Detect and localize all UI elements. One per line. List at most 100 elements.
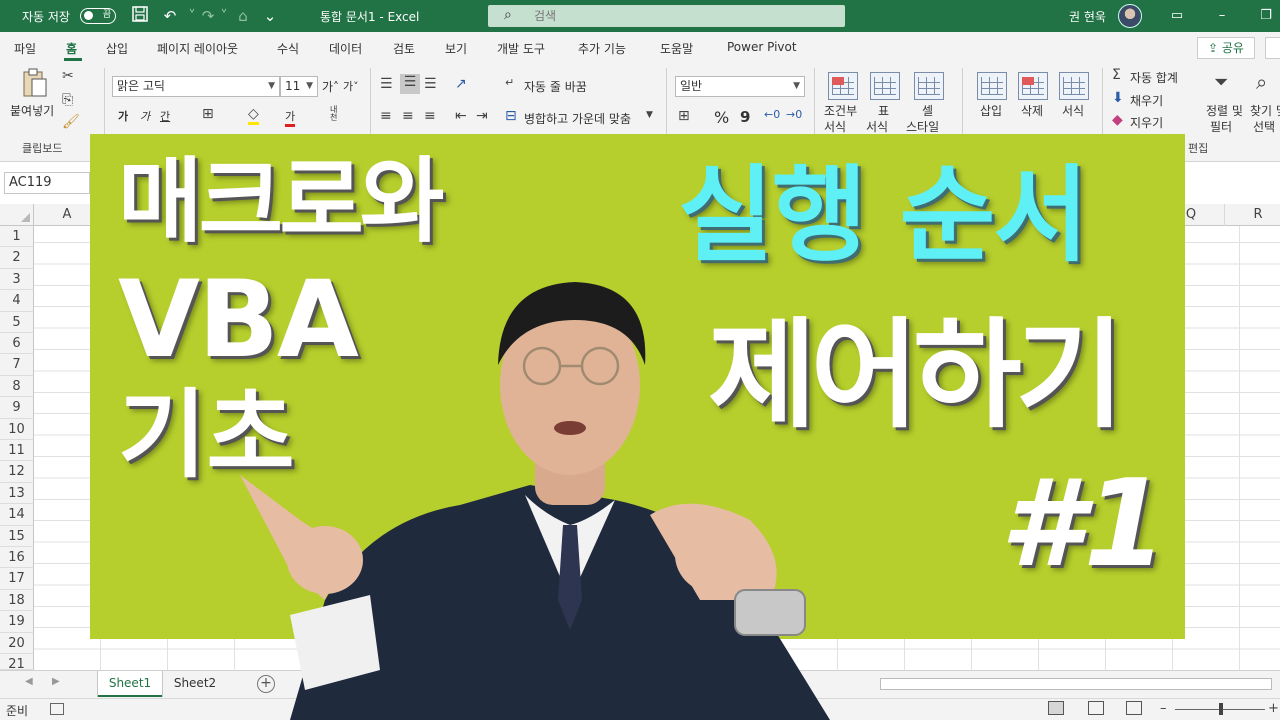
align-top-icon[interactable]: ☰	[380, 76, 393, 92]
font-size-select[interactable]: 11 ▼	[280, 76, 318, 97]
format-as-table-label-1[interactable]: 표	[878, 102, 889, 119]
decrease-indent-icon[interactable]: ⇤	[455, 108, 467, 124]
cell-styles-label-1[interactable]: 셀	[922, 102, 933, 119]
search-input[interactable]	[534, 8, 824, 24]
cell-styles-icon[interactable]	[914, 72, 944, 100]
tab-home[interactable]: 홈	[66, 40, 77, 57]
font-name-select[interactable]: 맑은 고딕 ▼	[112, 76, 280, 97]
underline-button[interactable]: 간	[160, 108, 170, 124]
comments-button[interactable]	[1265, 37, 1280, 59]
insert-cells-label[interactable]: 삽입	[980, 102, 1002, 119]
select-all-button[interactable]	[0, 204, 34, 226]
align-right-icon[interactable]: ≡	[424, 108, 436, 124]
format-as-table-label-2[interactable]: 서식	[866, 118, 888, 135]
row-header[interactable]: 7	[0, 354, 34, 376]
row-header[interactable]: 2	[0, 247, 34, 269]
font-color-button[interactable]: 가	[285, 108, 296, 127]
paste-label[interactable]: 붙여넣기	[10, 102, 54, 119]
row-header[interactable]: 11	[0, 440, 34, 462]
zoom-in-icon[interactable]: +	[1268, 701, 1279, 716]
percent-button[interactable]: %	[714, 108, 729, 127]
phonetic-guide-button[interactable]: 내천	[330, 106, 344, 122]
row-header[interactable]: 15	[0, 525, 34, 547]
row-header[interactable]: 12	[0, 461, 34, 483]
merge-center-button[interactable]: 병합하고 가운데 맞춤	[524, 110, 631, 127]
conditional-formatting-label-1[interactable]: 조건부	[824, 102, 857, 119]
tab-formulas[interactable]: 수식	[277, 40, 299, 57]
tab-power-pivot[interactable]: Power Pivot	[727, 40, 797, 54]
format-painter-icon[interactable]: 🖌	[62, 114, 80, 130]
row-header[interactable]: 20	[0, 632, 34, 654]
increase-indent-icon[interactable]: ⇥	[476, 108, 488, 124]
tab-insert[interactable]: 삽입	[106, 40, 128, 57]
save-icon[interactable]	[130, 6, 150, 26]
row-header[interactable]: 3	[0, 268, 34, 291]
borders-icon[interactable]: ⊞	[202, 106, 214, 122]
conditional-formatting-icon[interactable]	[828, 72, 858, 100]
ribbon-display-icon[interactable]: ▭	[1167, 6, 1187, 26]
chevron-right-icon[interactable]: ▶	[52, 676, 60, 687]
tab-data[interactable]: 데이터	[329, 40, 362, 57]
zoom-slider-thumb[interactable]	[1219, 703, 1223, 715]
find-select-label-1[interactable]: 찾기 및	[1250, 102, 1280, 119]
find-select-label-2[interactable]: 선택	[1253, 118, 1275, 135]
sheet-tab-sheet1[interactable]: Sheet1	[98, 671, 162, 697]
align-center-icon[interactable]: ≡	[402, 108, 414, 124]
name-box[interactable]: AC119	[4, 172, 90, 194]
format-cells-icon[interactable]	[1059, 72, 1089, 100]
align-bottom-icon[interactable]: ☰	[424, 76, 437, 92]
wrap-text-button[interactable]: 자동 줄 바꿈	[524, 78, 587, 95]
copy-icon[interactable]: ⎘	[62, 92, 73, 108]
horizontal-scrollbar[interactable]	[880, 678, 1272, 690]
row-header[interactable]: 14	[0, 504, 34, 526]
row-header[interactable]: 9	[0, 397, 34, 419]
touch-mode-icon[interactable]: ⌂	[233, 6, 253, 26]
tab-file[interactable]: 파일	[14, 40, 36, 57]
sort-filter-label-2[interactable]: 필터	[1210, 118, 1232, 135]
column-header-r[interactable]: R	[1225, 204, 1280, 226]
row-header[interactable]: 19	[0, 611, 34, 633]
row-header[interactable]: 18	[0, 589, 34, 612]
accounting-format-icon[interactable]: ⊞	[678, 108, 690, 124]
minimize-icon[interactable]: –	[1212, 6, 1232, 26]
row-header[interactable]: 1	[0, 226, 34, 248]
row-header[interactable]: 10	[0, 418, 34, 440]
grow-font-button[interactable]: 가˄	[322, 78, 339, 95]
search-box[interactable]: ⌕	[488, 5, 845, 27]
number-format-select[interactable]: 일반 ▼	[675, 76, 805, 97]
cell-styles-label-2[interactable]: 스타일	[906, 118, 939, 135]
chevron-left-icon[interactable]: ◀	[25, 676, 33, 687]
comma-button[interactable]: 9	[740, 108, 750, 126]
format-cells-label[interactable]: 서식	[1062, 102, 1084, 119]
restore-icon[interactable]: ❐	[1256, 6, 1276, 26]
bold-button[interactable]: 가	[118, 108, 128, 124]
zoom-out-icon[interactable]: –	[1160, 701, 1167, 716]
decrease-decimal-icon[interactable]: →0	[786, 108, 802, 121]
insert-cells-icon[interactable]	[977, 72, 1007, 100]
align-middle-icon[interactable]: ☰	[400, 74, 420, 94]
tab-review[interactable]: 검토	[393, 40, 415, 57]
row-header[interactable]: 17	[0, 568, 34, 590]
page-layout-view-icon[interactable]	[1088, 701, 1104, 715]
page-break-view-icon[interactable]	[1126, 701, 1142, 715]
macro-record-icon[interactable]	[50, 703, 64, 715]
fill-color-icon[interactable]: ◇	[248, 106, 259, 125]
cut-icon[interactable]: ✂	[62, 68, 74, 84]
autosave-toggle[interactable]: 끔	[80, 8, 116, 24]
shrink-font-button[interactable]: 가˅	[343, 78, 359, 94]
orientation-icon[interactable]: ↗	[455, 76, 467, 92]
fill-button[interactable]: 채우기	[1130, 92, 1163, 109]
tab-developer[interactable]: 개발 도구	[497, 40, 545, 57]
customize-toolbar-icon[interactable]: ⌄	[260, 6, 280, 26]
undo-icon[interactable]: ↶	[160, 6, 180, 26]
tab-view[interactable]: 보기	[445, 40, 467, 57]
tab-addins[interactable]: 추가 기능	[578, 40, 626, 57]
normal-view-icon[interactable]	[1048, 701, 1064, 715]
tab-help[interactable]: 도움말	[660, 40, 693, 57]
tab-page-layout[interactable]: 페이지 레이아웃	[157, 40, 238, 57]
align-left-icon[interactable]: ≡	[380, 108, 392, 124]
avatar[interactable]	[1118, 4, 1142, 28]
italic-button[interactable]: 가	[140, 108, 150, 124]
redo-dropdown-icon[interactable]: ˅	[214, 6, 234, 26]
autosum-button[interactable]: 자동 합계	[1130, 69, 1178, 86]
